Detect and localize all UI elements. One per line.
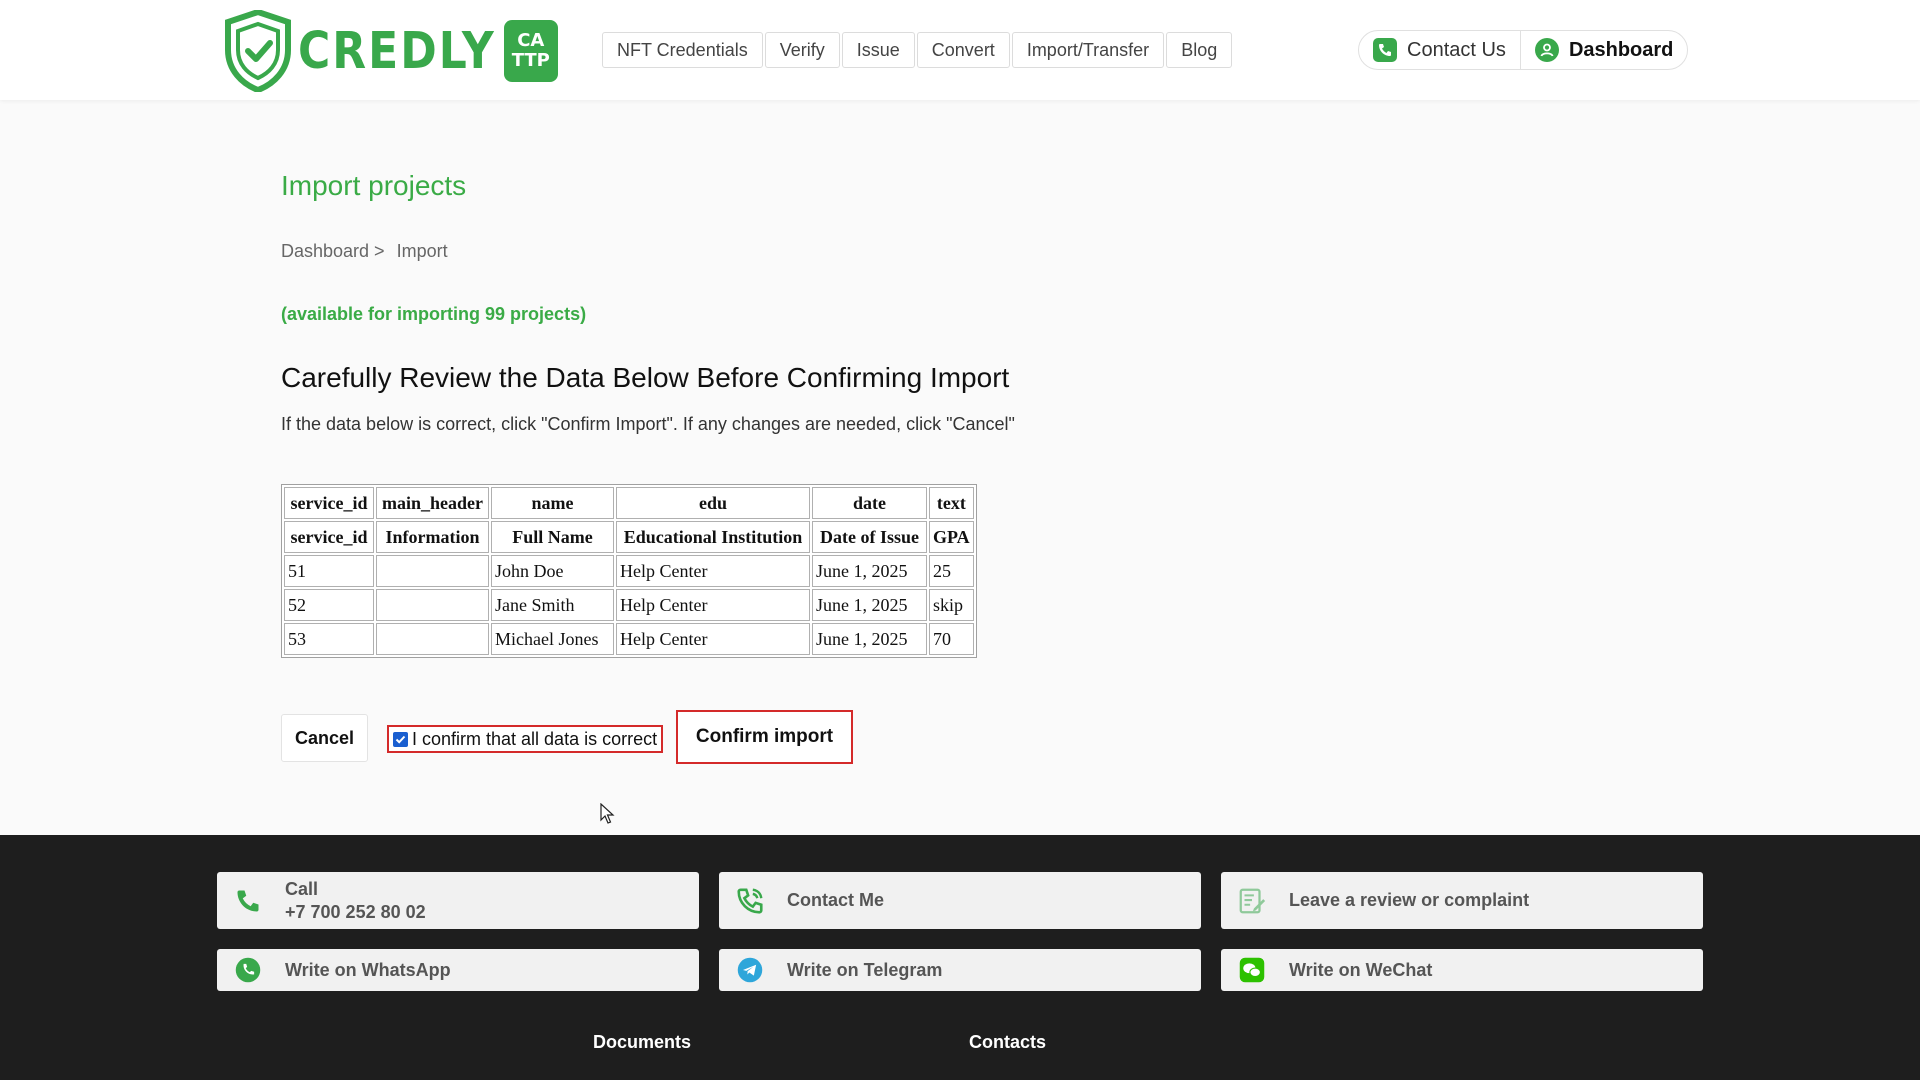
call-number[interactable]: +7 700 252 80 02: [285, 901, 426, 924]
table-cell: Help Center: [616, 589, 810, 621]
nav-import-transfer[interactable]: Import/Transfer: [1011, 32, 1165, 68]
telegram-label: Write on Telegram: [787, 959, 943, 980]
table-row: 52 Jane Smith Help Center June 1, 2025 s…: [284, 589, 974, 621]
table-cell: 25: [929, 555, 974, 587]
logo-badge-top: CA: [517, 30, 545, 51]
whatsapp-icon: [233, 955, 263, 985]
confirm-data-checkbox[interactable]: [393, 731, 408, 747]
table-header-cell: Educational Institution: [616, 521, 810, 553]
confirm-data-checkbox-field[interactable]: I confirm that all data is correct: [387, 725, 664, 753]
wechat-button[interactable]: Write on WeChat: [1221, 949, 1703, 991]
table-header-cell: Full Name: [491, 521, 614, 553]
whatsapp-label: Write on WhatsApp: [285, 959, 451, 980]
table-cell: 52: [284, 589, 374, 621]
table-cell: 51: [284, 555, 374, 587]
telegram-icon: [735, 955, 765, 985]
nav-blog[interactable]: Blog: [1166, 32, 1233, 68]
footer-contacts-title: Contacts: [969, 1032, 1047, 1052]
confirm-import-label: Confirm import: [695, 726, 834, 747]
import-preview-table: service_id main_header name edu date tex…: [281, 484, 977, 658]
main-nav: NFT Credentials Verify Issue Convert Imp…: [602, 32, 1233, 68]
call-label: Call: [285, 878, 319, 899]
table-header-cell: text: [929, 487, 974, 519]
table-header-cell: edu: [616, 487, 810, 519]
table-cell: June 1, 2025: [812, 555, 927, 587]
review-complaint-button[interactable]: Leave a review or complaint: [1221, 872, 1703, 929]
table-header-cell: GPA: [929, 521, 974, 553]
breadcrumb-dashboard[interactable]: Dashboard >: [281, 241, 385, 262]
table-cell: Michael Jones: [491, 623, 614, 655]
contact-us-label: Contact Us: [1407, 38, 1506, 61]
table-cell: skip: [929, 589, 974, 621]
review-instructions: If the data below is correct, click "Con…: [281, 414, 1015, 434]
table-cell: Jane Smith: [491, 589, 614, 621]
table-cell: [376, 589, 489, 621]
table-header-labels: service_id Information Full Name Educati…: [284, 521, 974, 553]
dashboard-button[interactable]: Dashboard: [1519, 31, 1687, 69]
page-title: Import projects: [281, 170, 467, 201]
cancel-button[interactable]: Cancel: [281, 714, 368, 762]
available-projects-note: (available for importing 99 projects): [281, 304, 587, 324]
table-header-cell: date: [812, 487, 927, 519]
table-header-cell: name: [491, 487, 614, 519]
checkmark-icon: [395, 735, 406, 744]
logo-badge-bottom: TTP: [511, 50, 550, 71]
nav-convert[interactable]: Convert: [916, 32, 1010, 68]
contact-me-button[interactable]: Contact Me: [719, 872, 1201, 929]
review-heading: Carefully Review the Data Below Before C…: [281, 362, 1010, 393]
mouse-pointer-icon: [600, 803, 615, 824]
user-icon: [1534, 38, 1559, 62]
edit-document-icon: [1237, 886, 1267, 916]
table-cell: 70: [929, 623, 974, 655]
confirm-data-label: I confirm that all data is correct: [412, 728, 658, 749]
telegram-button[interactable]: Write on Telegram: [719, 949, 1201, 991]
dashboard-label: Dashboard: [1568, 38, 1674, 61]
contact-me-label: Contact Me: [787, 890, 885, 910]
table-row: 53 Michael Jones Help Center June 1, 202…: [284, 623, 974, 655]
phone-icon: [233, 886, 263, 916]
table-cell: Help Center: [616, 623, 810, 655]
phone-incoming-icon: [735, 886, 765, 916]
table-cell: John Doe: [491, 555, 614, 587]
table-header-cell: Date of Issue: [812, 521, 927, 553]
wechat-label: Write on WeChat: [1289, 959, 1433, 980]
credly-logo[interactable]: CREDLY CA TTP: [224, 10, 558, 92]
nav-verify[interactable]: Verify: [764, 32, 840, 68]
confirm-import-button[interactable]: Confirm import: [676, 710, 853, 764]
whatsapp-button[interactable]: Write on WhatsApp: [217, 949, 699, 991]
import-actions: Cancel I confirm that all data is correc…: [281, 710, 881, 766]
table-header-cell: Information: [376, 521, 489, 553]
table-cell: June 1, 2025: [812, 589, 927, 621]
review-complaint-label: Leave a review or complaint: [1289, 890, 1530, 910]
footer-documents-title: Documents: [593, 1032, 692, 1052]
breadcrumb-current: Import: [396, 241, 448, 261]
logo-badge: CA TTP: [503, 20, 558, 82]
table-header-keys: service_id main_header name edu date tex…: [284, 487, 974, 519]
table-cell: 53: [284, 623, 374, 655]
nav-issue[interactable]: Issue: [841, 32, 915, 68]
table-header-cell: service_id: [284, 521, 374, 553]
contact-us-button[interactable]: Contact Us: [1359, 31, 1520, 69]
logo-text: CREDLY: [298, 21, 496, 81]
shield-check-icon: [225, 10, 291, 92]
breadcrumb: Dashboard > Import: [281, 241, 448, 262]
phone-icon: [1373, 38, 1397, 62]
table-cell: Help Center: [616, 555, 810, 587]
site-header: CREDLY CA TTP NFT Credentials Verify Iss…: [0, 0, 1920, 100]
call-button[interactable]: Call +7 700 252 80 02: [217, 872, 699, 929]
nav-nft-credentials[interactable]: NFT Credentials: [602, 32, 763, 68]
header-actions: Contact Us Dashboard: [1358, 30, 1689, 70]
wechat-icon: [1237, 955, 1267, 985]
table-header-cell: service_id: [284, 487, 374, 519]
table-cell: June 1, 2025: [812, 623, 927, 655]
table-row: 51 John Doe Help Center June 1, 2025 25: [284, 555, 974, 587]
table-cell: [376, 555, 489, 587]
table-header-cell: main_header: [376, 487, 489, 519]
table-cell: [376, 623, 489, 655]
